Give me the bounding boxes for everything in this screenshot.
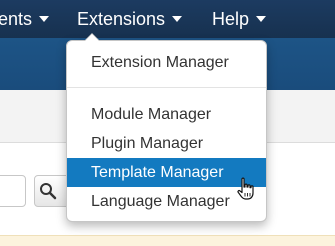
menu-item-label: Template Manager <box>91 164 224 181</box>
caret-down-icon <box>256 16 267 22</box>
search-icon <box>40 183 57 200</box>
menu-divider <box>67 87 266 88</box>
notice-bar <box>0 235 335 246</box>
nav-item-label: ents <box>0 9 33 29</box>
nav-item-label: Extensions <box>77 9 166 29</box>
caret-down-icon <box>39 16 50 22</box>
nav-item-label: Help <box>212 9 250 29</box>
menu-item-label: Language Manager <box>91 193 230 210</box>
menu-item-plugin-manager[interactable]: Plugin Manager <box>67 129 266 158</box>
top-navbar: ents Extensions Help <box>0 0 335 38</box>
search-input[interactable] <box>0 175 26 207</box>
menu-item-label: Extension Manager <box>91 54 229 71</box>
caret-down-icon <box>172 16 183 22</box>
nav-item-help[interactable]: Help <box>212 0 267 38</box>
menu-item-extension-manager[interactable]: Extension Manager <box>67 48 266 77</box>
nav-item-components[interactable]: ents <box>0 0 50 38</box>
hand-pointer-icon <box>237 177 254 200</box>
menu-item-label: Plugin Manager <box>91 135 204 152</box>
menu-item-label: Module Manager <box>91 106 212 123</box>
menu-item-module-manager[interactable]: Module Manager <box>67 100 266 129</box>
